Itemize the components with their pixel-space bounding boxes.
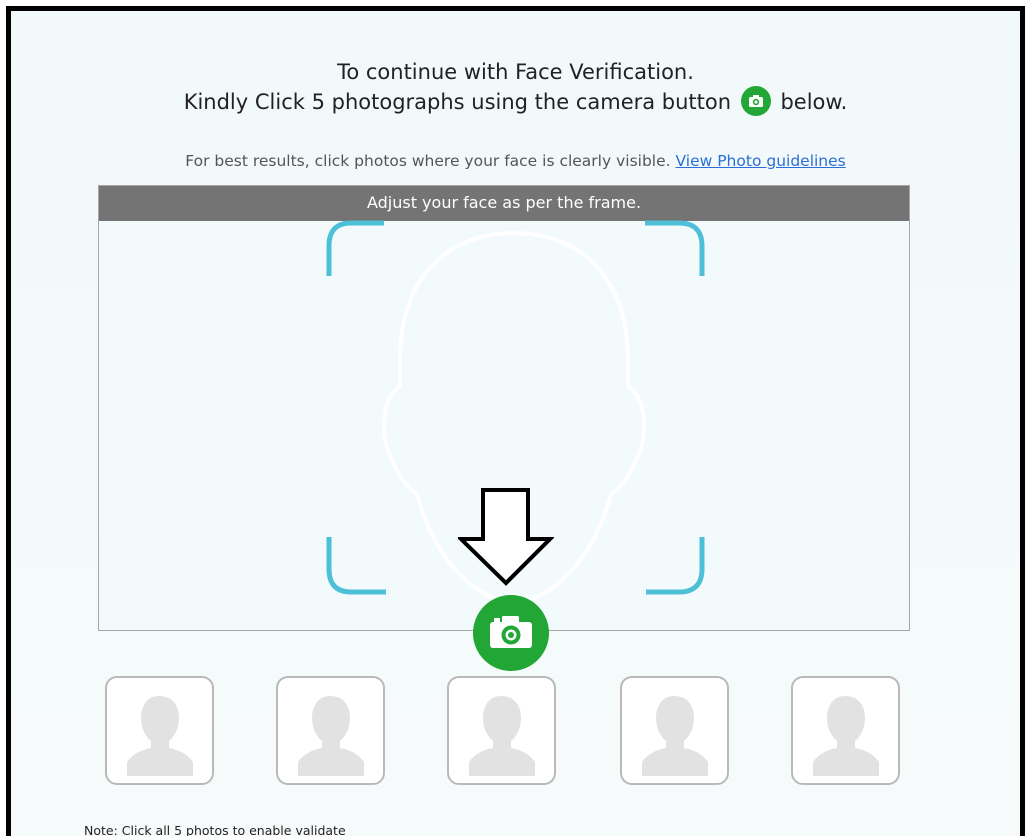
photo-slot-3[interactable]: [447, 676, 556, 785]
user-silhouette-icon: [813, 696, 879, 776]
photo-slot-5[interactable]: [791, 676, 900, 785]
camera-icon: [740, 86, 771, 116]
face-verification-panel: To continue with Face Verification. Kind…: [6, 6, 1025, 836]
view-photo-guidelines-link[interactable]: View Photo guidelines: [676, 152, 846, 170]
arrow-down-icon: [458, 488, 554, 586]
heading-line-1: To continue with Face Verification.: [337, 60, 694, 84]
guidance-sentence: For best results, click photos where you…: [185, 152, 671, 170]
photo-slot-1[interactable]: [105, 676, 214, 785]
capture-photo-button[interactable]: [473, 595, 549, 671]
user-silhouette-icon: [469, 696, 535, 776]
validation-note: Note: Click all 5 photos to enable valid…: [84, 823, 346, 836]
user-silhouette-icon: [298, 696, 364, 776]
camera-icon: [490, 616, 532, 648]
photo-thumbnails: [11, 676, 1020, 788]
heading-line-2-text: Kindly Click 5 photographs using the cam…: [183, 90, 732, 114]
user-silhouette-icon: [642, 696, 708, 776]
photo-slot-2[interactable]: [276, 676, 385, 785]
photo-slot-4[interactable]: [620, 676, 729, 785]
user-silhouette-icon: [127, 696, 193, 776]
guidance-text: For best results, click photos where you…: [11, 152, 1020, 170]
heading-line-2-end: below.: [780, 90, 848, 114]
heading-line-2: Kindly Click 5 photographs using the cam…: [11, 86, 1020, 116]
